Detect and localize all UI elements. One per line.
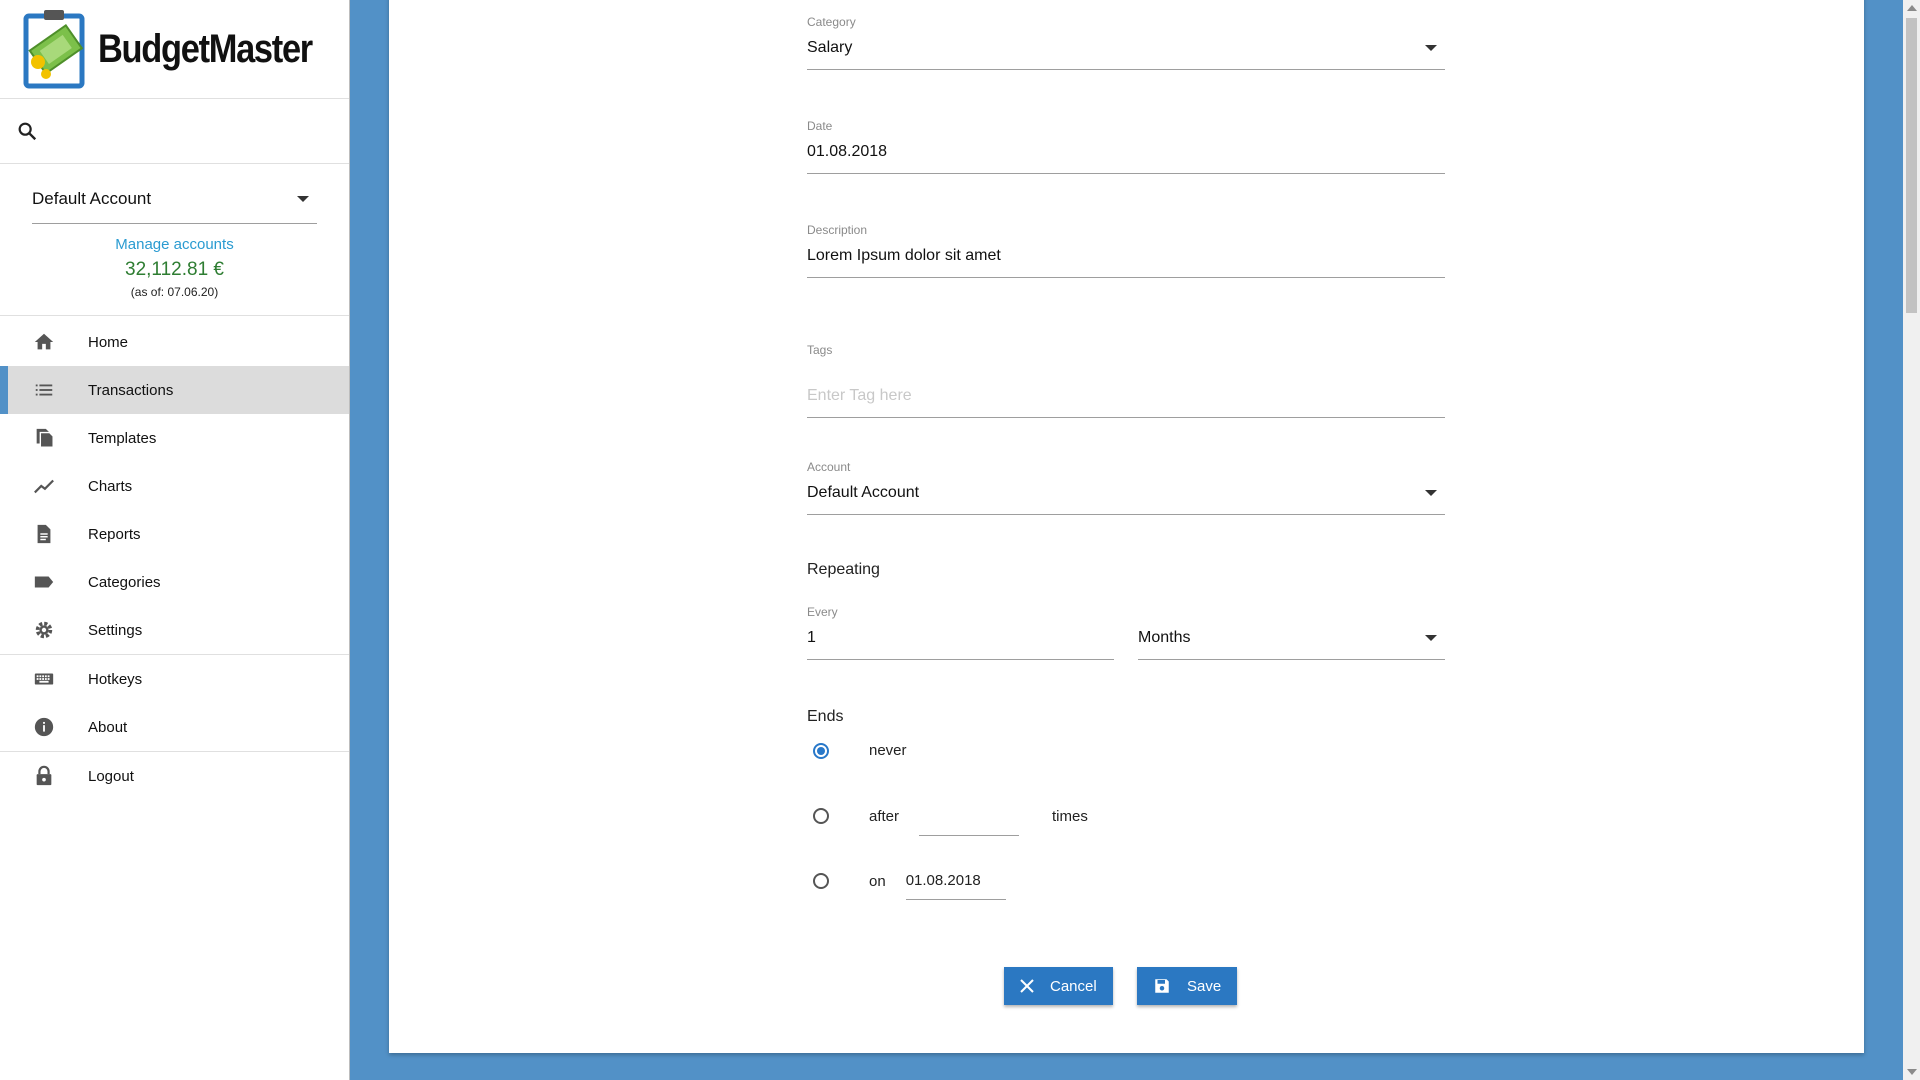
page-scrollbar[interactable] [1903, 0, 1920, 1080]
sidebar-item-charts[interactable]: Charts [0, 462, 349, 510]
ends-after-times-input[interactable] [919, 804, 1020, 836]
sidebar-item-templates[interactable]: Templates [0, 414, 349, 462]
scrollbar-thumb[interactable] [1906, 18, 1917, 313]
account-field[interactable]: Account Default Account [807, 460, 1445, 515]
date-label: Date [807, 119, 833, 133]
repeat-unit-value: Months [1138, 629, 1191, 646]
ends-never-label: never [869, 742, 907, 759]
chevron-down-icon [1425, 45, 1437, 51]
sidebar-item-about[interactable]: About [0, 703, 349, 751]
description-input[interactable]: Lorem Ipsum dolor sit amet [807, 247, 1445, 278]
account-select-value: Default Account [32, 188, 152, 208]
category-select[interactable]: Salary [807, 39, 1445, 70]
date-value: 01.08.2018 [807, 143, 888, 160]
manage-accounts-link[interactable]: Manage accounts [32, 236, 317, 253]
date-field[interactable]: Date 01.08.2018 [807, 119, 1445, 174]
copy-icon [32, 426, 56, 450]
category-value: Salary [807, 39, 853, 56]
tags-field[interactable]: Tags Enter Tag here [807, 343, 1445, 418]
document-icon [32, 522, 56, 546]
tag-icon [32, 570, 56, 594]
sidebar-item-label: Logout [88, 767, 134, 785]
sidebar-item-label: Home [88, 333, 129, 351]
cancel-label: Cancel [1050, 977, 1097, 995]
app-name: BudgetMaster [98, 26, 313, 71]
save-label: Save [1187, 977, 1222, 995]
sidebar-item-label: Templates [88, 429, 157, 447]
category-label: Category [807, 15, 856, 29]
sidebar-item-label: Transactions [88, 381, 174, 399]
budgetmaster-logo [23, 10, 85, 89]
cancel-button[interactable]: Cancel [1004, 967, 1113, 1005]
lock-icon [32, 764, 56, 788]
ends-title: Ends [807, 708, 844, 725]
keyboard-icon [32, 667, 56, 691]
chart-line-icon [32, 474, 56, 498]
every-input[interactable]: 1 [807, 629, 1114, 660]
description-field[interactable]: Description Lorem Ipsum dolor sit amet [807, 223, 1445, 278]
home-icon [32, 330, 56, 354]
ends-on-label: on [869, 872, 886, 890]
sidebar-item-categories[interactable]: Categories [0, 558, 349, 606]
chevron-down-icon [1425, 490, 1437, 496]
sidebar-item-logout[interactable]: Logout [0, 752, 349, 800]
nav-menu: Home Transactions Templates Charts Repor… [0, 318, 349, 800]
gear-icon [32, 618, 56, 642]
chevron-down-icon [297, 195, 309, 202]
info-icon [32, 715, 56, 739]
every-value: 1 [807, 629, 816, 646]
repeat-unit-field[interactable]: Months [1138, 605, 1445, 660]
sidebar-item-transactions[interactable]: Transactions [0, 366, 349, 414]
category-field[interactable]: Category Salary [807, 15, 1445, 70]
repeat-unit-select[interactable]: Months [1138, 629, 1445, 660]
ends-times-label: times [1052, 807, 1088, 825]
search-row[interactable] [0, 99, 349, 164]
account-box: Default Account Manage accounts 32,112.8… [0, 174, 349, 316]
sidebar-item-label: Reports [88, 525, 141, 543]
sidebar-item-reports[interactable]: Reports [0, 510, 349, 558]
ends-after-label: after [869, 807, 900, 825]
sidebar: BudgetMaster Default Account Manage acco… [0, 0, 350, 1080]
sidebar-item-settings[interactable]: Settings [0, 606, 349, 654]
tags-label: Tags [807, 343, 833, 357]
sidebar-item-home[interactable]: Home [0, 318, 349, 366]
brand[interactable]: BudgetMaster [0, 0, 349, 99]
sidebar-item-label: Settings [88, 621, 143, 639]
balance-date: (as of: 07.06.20) [130, 285, 219, 299]
sidebar-item-label: Charts [88, 477, 133, 495]
account-select[interactable]: Default Account [32, 174, 317, 224]
account-label: Account [807, 460, 851, 474]
radio-after[interactable] [813, 808, 829, 824]
save-icon [1153, 977, 1171, 995]
description-label: Description [807, 223, 868, 237]
sidebar-item-label: Hotkeys [88, 670, 143, 688]
list-icon [32, 378, 56, 402]
description-value: Lorem Ipsum dolor sit amet [807, 247, 1001, 264]
every-field[interactable]: Every 1 [807, 605, 1114, 660]
ends-on-date-input[interactable]: 01.08.2018 [905, 872, 1006, 900]
account-value: Default Account [807, 484, 920, 501]
ends-on-option[interactable]: on 01.08.2018 [807, 862, 1006, 900]
date-input[interactable]: 01.08.2018 [807, 143, 1445, 174]
radio-never[interactable] [813, 742, 829, 759]
repeating-title: Repeating [807, 561, 880, 578]
search-icon[interactable] [16, 120, 38, 142]
account-balance: 32,112.81 € [125, 259, 224, 280]
ends-after-option[interactable]: after times [807, 796, 1088, 836]
scroll-up-icon[interactable] [1907, 5, 1917, 11]
sidebar-item-label: About [88, 718, 128, 736]
account-select[interactable]: Default Account [807, 484, 1445, 515]
ends-never-option[interactable]: never [807, 742, 907, 759]
transaction-form-card: Category Salary Date 01.08.2018 Descript… [389, 0, 1864, 1053]
sidebar-item-hotkeys[interactable]: Hotkeys [0, 655, 349, 703]
chevron-down-icon [1425, 635, 1437, 641]
tags-placeholder: Enter Tag here [807, 387, 912, 404]
tags-input[interactable]: Enter Tag here [807, 387, 1445, 418]
save-button[interactable]: Save [1137, 967, 1238, 1005]
radio-on[interactable] [813, 873, 829, 889]
close-icon [1020, 979, 1034, 993]
sidebar-item-label: Categories [88, 573, 161, 591]
scroll-down-icon[interactable] [1907, 1069, 1917, 1075]
every-label: Every [807, 605, 838, 619]
